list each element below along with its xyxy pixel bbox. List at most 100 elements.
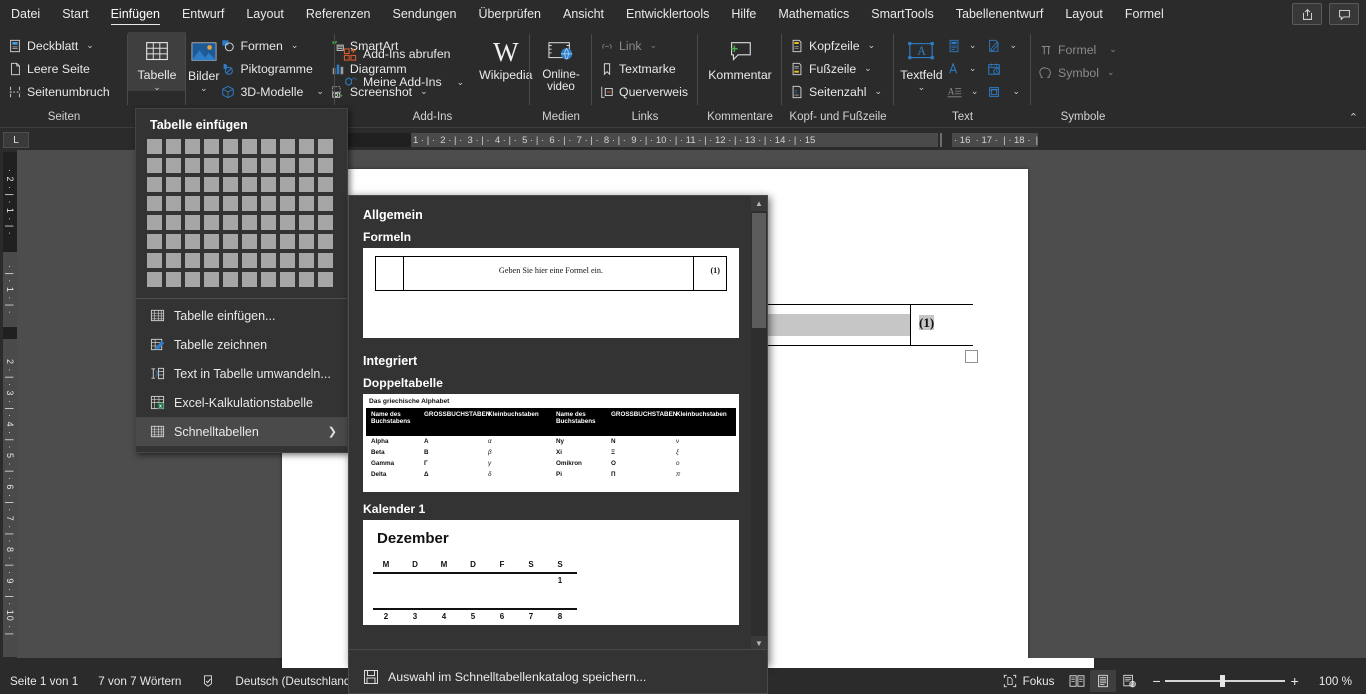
- menu-item-tabelle-zeichnen[interactable]: Tabelle zeichnen: [136, 330, 347, 359]
- grid-cell[interactable]: [146, 138, 163, 155]
- grid-cell[interactable]: [317, 138, 334, 155]
- grid-cell[interactable]: [203, 157, 220, 174]
- grid-cell[interactable]: [260, 176, 277, 193]
- grid-cell[interactable]: [317, 214, 334, 231]
- grid-cell[interactable]: [146, 271, 163, 288]
- gallery-item-kalender1[interactable]: Dezember M D M D F S S 1 2 3 4 5 6 7 8: [363, 520, 739, 625]
- tab-entwicklertools[interactable]: Entwicklertools: [615, 0, 720, 28]
- grid-cell[interactable]: [165, 214, 182, 231]
- signaturzeile-button[interactable]: ⌄: [985, 34, 1025, 57]
- kommentar-button[interactable]: Kommentar: [704, 32, 776, 82]
- grid-cell[interactable]: [298, 233, 315, 250]
- view-print-layout-button[interactable]: [1090, 670, 1117, 692]
- grid-cell[interactable]: [203, 138, 220, 155]
- grid-cell[interactable]: [279, 176, 296, 193]
- gallery-item-formeln[interactable]: Geben Sie hier eine Formel ein. (1): [363, 248, 739, 338]
- textfeld-button[interactable]: A Textfeld ⌄: [900, 32, 943, 92]
- status-language[interactable]: Deutsch (Deutschland): [225, 675, 364, 688]
- zoom-slider-knob[interactable]: [1219, 675, 1225, 687]
- grid-cell[interactable]: [222, 138, 239, 155]
- grid-cell[interactable]: [241, 176, 258, 193]
- fusszeile-button[interactable]: Fußzeile ⌄: [788, 57, 887, 80]
- grid-cell[interactable]: [184, 157, 201, 174]
- grid-cell[interactable]: [203, 252, 220, 269]
- grid-cell[interactable]: [260, 271, 277, 288]
- status-words[interactable]: 7 von 7 Wörtern: [88, 675, 191, 688]
- grid-cell[interactable]: [241, 157, 258, 174]
- grid-cell[interactable]: [146, 176, 163, 193]
- save-selection-to-quick-tables-button[interactable]: Auswahl im Schnelltabellenkatalog speich…: [348, 660, 768, 694]
- chevron-down-icon[interactable]: ⌄: [291, 40, 299, 51]
- grid-cell[interactable]: [203, 271, 220, 288]
- grid-cell[interactable]: [260, 195, 277, 212]
- objekt-button[interactable]: ⌄: [985, 80, 1025, 103]
- zoom-in-button[interactable]: +: [1285, 673, 1309, 689]
- grid-cell[interactable]: [146, 195, 163, 212]
- zoom-level[interactable]: 100 %: [1309, 675, 1366, 688]
- grid-cell[interactable]: [241, 138, 258, 155]
- scrollbar-thumb[interactable]: [752, 213, 766, 328]
- chevron-down-icon[interactable]: ⌄: [864, 63, 872, 74]
- grid-cell[interactable]: [222, 195, 239, 212]
- gallery-scrollbar[interactable]: ▲ ▼: [751, 196, 767, 651]
- grid-cell[interactable]: [317, 233, 334, 250]
- formen-button[interactable]: Formen ⌄: [219, 34, 328, 57]
- grid-cell[interactable]: [184, 195, 201, 212]
- grid-cell[interactable]: [222, 252, 239, 269]
- tabelle-button[interactable]: Tabelle ⌄: [128, 32, 186, 92]
- chevron-down-icon[interactable]: ⌄: [918, 83, 926, 92]
- grid-cell[interactable]: [298, 195, 315, 212]
- grid-cell[interactable]: [317, 271, 334, 288]
- grid-cell[interactable]: [279, 233, 296, 250]
- vertical-ruler[interactable]: · 2 · | · 1 · | · · | · 1 · | · 2 · | · …: [3, 152, 17, 657]
- share-button[interactable]: [1292, 3, 1322, 25]
- tab-layout-table[interactable]: Layout: [1054, 0, 1114, 28]
- grid-cell[interactable]: [298, 176, 315, 193]
- menu-item-tabelle-einfuegen[interactable]: Tabelle einfügen...: [136, 301, 347, 330]
- tab-sendungen[interactable]: Sendungen: [382, 0, 468, 28]
- comments-button[interactable]: [1329, 3, 1359, 25]
- grid-cell[interactable]: [222, 214, 239, 231]
- chevron-down-icon[interactable]: ⌄: [316, 86, 324, 97]
- grid-cell[interactable]: [165, 195, 182, 212]
- grid-cell[interactable]: [260, 157, 277, 174]
- tab-formel[interactable]: Formel: [1114, 0, 1175, 28]
- grid-cell[interactable]: [203, 176, 220, 193]
- chevron-down-icon[interactable]: ⌄: [86, 40, 94, 51]
- kopfzeile-button[interactable]: Kopfzeile ⌄: [788, 34, 887, 57]
- table-resize-handle[interactable]: [965, 350, 978, 363]
- grid-cell[interactable]: [146, 233, 163, 250]
- deckblatt-button[interactable]: Deckblatt ⌄: [6, 34, 115, 57]
- chevron-down-icon[interactable]: ⌄: [969, 40, 977, 51]
- grid-cell[interactable]: [260, 138, 277, 155]
- grid-cell[interactable]: [241, 271, 258, 288]
- grid-cell[interactable]: [279, 157, 296, 174]
- querverweis-button[interactable]: Querverweis: [598, 80, 693, 103]
- grid-cell[interactable]: [184, 138, 201, 155]
- chevron-down-icon[interactable]: ⌄: [153, 83, 161, 92]
- tab-datei[interactable]: Datei: [0, 0, 51, 28]
- grid-cell[interactable]: [260, 214, 277, 231]
- grid-cell[interactable]: [317, 252, 334, 269]
- grid-cell[interactable]: [203, 233, 220, 250]
- chevron-down-icon[interactable]: ⌄: [1009, 40, 1017, 51]
- menu-item-text-in-tabelle[interactable]: Text in Tabelle umwandeln...: [136, 359, 347, 388]
- wordart-button[interactable]: ⌄: [945, 57, 984, 80]
- tab-ueberpruefen[interactable]: Überprüfen: [467, 0, 552, 28]
- tab-ansicht[interactable]: Ansicht: [552, 0, 615, 28]
- grid-cell[interactable]: [184, 176, 201, 193]
- zoom-slider[interactable]: [1164, 675, 1285, 687]
- grid-cell[interactable]: [184, 252, 201, 269]
- tab-start[interactable]: Start: [51, 0, 99, 28]
- chevron-down-icon[interactable]: ⌄: [200, 84, 208, 93]
- tab-stop-selector[interactable]: L: [3, 132, 29, 148]
- grid-cell[interactable]: [165, 157, 182, 174]
- table-size-grid[interactable]: [136, 138, 347, 289]
- status-proofing[interactable]: [191, 674, 225, 688]
- chevron-down-icon[interactable]: ⌄: [969, 63, 977, 74]
- bilder-button[interactable]: Bilder ⌄: [188, 33, 219, 93]
- grid-cell[interactable]: [241, 195, 258, 212]
- grid-cell[interactable]: [317, 176, 334, 193]
- grid-cell[interactable]: [298, 214, 315, 231]
- focus-mode-button[interactable]: Fokus: [993, 674, 1065, 688]
